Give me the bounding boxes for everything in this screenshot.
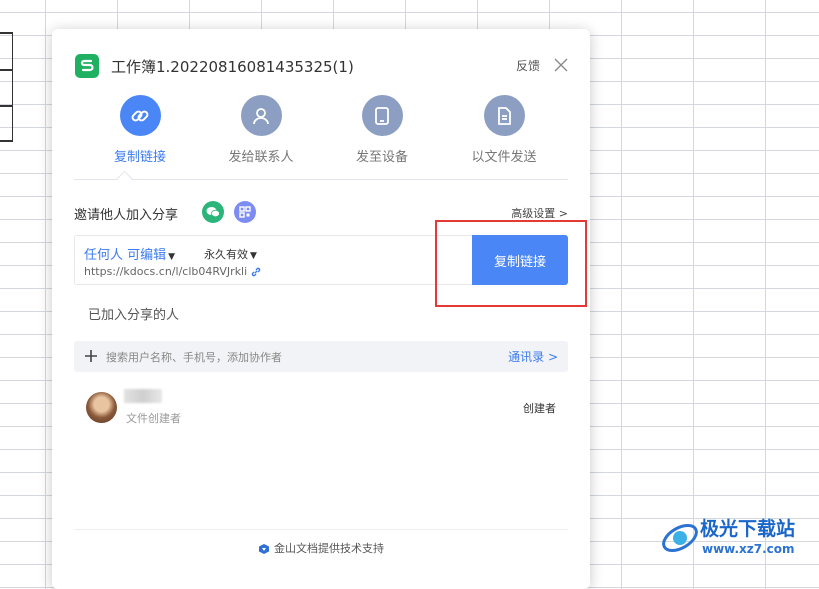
collaborator-search[interactable]: 搜索用户名称、手机号，添加协作者 通讯录 > bbox=[74, 341, 568, 372]
tab-label: 以文件发送 bbox=[471, 150, 537, 165]
invite-label: 邀请他人加入分享 bbox=[74, 208, 179, 223]
watermark-logo-icon bbox=[662, 524, 698, 552]
expiry-dropdown[interactable]: 永久有效 ▼ bbox=[204, 246, 257, 262]
share-dialog: 工作簿1.20220816081435325(1) 反馈 复制链接 发给联系人 … bbox=[52, 29, 590, 589]
share-url-text: https://kdocs.cn/l/clb04RVJrkli bbox=[84, 265, 248, 278]
dialog-header: 工作簿1.20220816081435325(1) 反馈 bbox=[75, 53, 570, 79]
tab-send-as-file[interactable]: 以文件发送 bbox=[444, 95, 564, 165]
share-url: https://kdocs.cn/l/clb04RVJrkli bbox=[84, 265, 261, 280]
link-icon bbox=[119, 95, 161, 136]
avatar bbox=[86, 392, 117, 423]
search-input[interactable]: 搜索用户名称、手机号，添加协作者 bbox=[106, 349, 282, 365]
document-title: 工作簿1.20220816081435325(1) bbox=[111, 57, 354, 76]
highlight-box bbox=[435, 220, 587, 307]
close-icon[interactable] bbox=[552, 56, 570, 74]
person-icon bbox=[240, 95, 282, 136]
member-subtitle: 文件创建者 bbox=[126, 412, 181, 425]
tab-send-to-device[interactable]: 发至设备 bbox=[322, 95, 442, 165]
cell-border bbox=[0, 140, 12, 142]
spreadsheet-app-icon bbox=[75, 54, 99, 78]
sheet-cell-borders bbox=[0, 32, 13, 142]
joined-members-label: 已加入分享的人 bbox=[88, 308, 180, 323]
contacts-link[interactable]: 通讯录 > bbox=[508, 348, 558, 365]
caret-down-icon: ▼ bbox=[250, 251, 257, 261]
cell-border bbox=[0, 32, 12, 34]
cell-border bbox=[0, 69, 12, 71]
divider bbox=[74, 529, 568, 530]
tab-label: 发至设备 bbox=[355, 150, 408, 165]
expiry-value: 永久有效 bbox=[204, 248, 248, 261]
tab-label: 发给联系人 bbox=[228, 150, 294, 165]
feedback-link[interactable]: 反馈 bbox=[516, 57, 540, 74]
member-role: 创建者 bbox=[523, 402, 556, 415]
share-tabs: 复制链接 发给联系人 发至设备 以文件发送 bbox=[74, 95, 568, 180]
caret-down-icon: ▼ bbox=[168, 252, 176, 262]
tab-label: 复制链接 bbox=[113, 150, 166, 165]
qr-code-icon[interactable] bbox=[234, 201, 256, 223]
footer-text: 金山文档提供技术支持 bbox=[274, 542, 384, 555]
watermark-url: www.xz7.com bbox=[702, 542, 795, 556]
kdocs-logo-icon bbox=[259, 544, 269, 554]
watermark-text: 极光下载站 bbox=[700, 518, 796, 540]
wechat-icon[interactable] bbox=[202, 201, 224, 223]
document-icon bbox=[483, 95, 525, 136]
footer: 金山文档提供技术支持 bbox=[52, 540, 590, 556]
tablet-icon bbox=[361, 95, 403, 136]
tab-copy-link[interactable]: 复制链接 bbox=[80, 95, 200, 165]
plus-icon bbox=[83, 348, 99, 368]
chain-link-icon bbox=[251, 267, 261, 280]
permission-value: 任何人 可编辑 bbox=[84, 248, 167, 263]
list-item: 文件创建者 创建者 bbox=[86, 389, 566, 432]
advanced-settings-link[interactable]: 高级设置 > bbox=[511, 205, 568, 221]
tab-send-to-contact[interactable]: 发给联系人 bbox=[201, 95, 321, 165]
permission-dropdown[interactable]: 任何人 可编辑 ▼ bbox=[84, 244, 175, 263]
cell-border bbox=[0, 105, 12, 107]
redacted-user-name bbox=[124, 389, 162, 403]
watermark: 极光下载站 www.xz7.com bbox=[660, 512, 819, 566]
